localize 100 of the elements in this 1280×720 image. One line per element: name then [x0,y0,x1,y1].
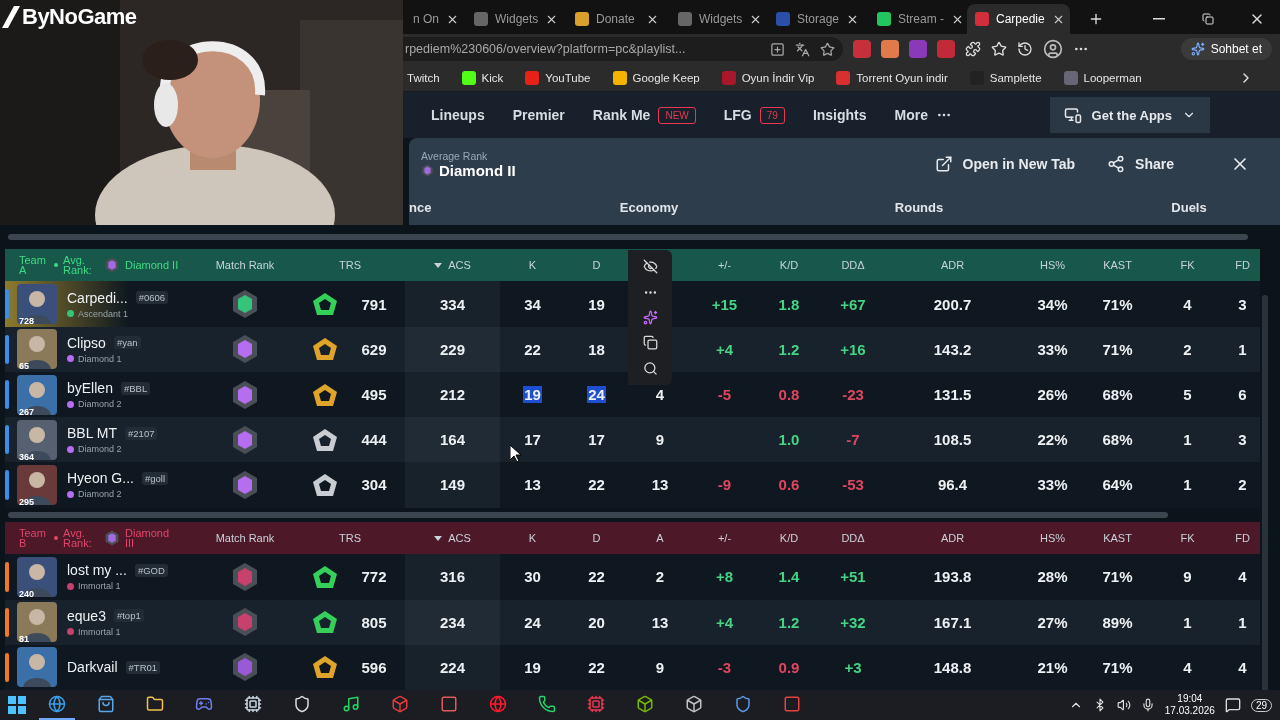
hide-icon[interactable] [642,259,658,275]
column-header[interactable]: Match Rank [195,532,295,545]
nav-link[interactable]: Lineups [431,107,485,123]
mic-icon[interactable] [1140,698,1155,712]
stat-value: +16 [839,340,867,358]
bookmark-link[interactable]: Twitch [407,71,440,84]
volume-icon[interactable] [1116,698,1131,712]
stat-value: +51 [839,568,867,586]
browser-tab[interactable]: Widgets [670,4,765,34]
browser-tab[interactable]: Stream - [869,4,964,34]
browser-tab[interactable]: Donate [567,4,667,34]
browser-tab[interactable]: Widgets [466,4,564,34]
column-header[interactable]: FK [1150,532,1225,545]
history-icon[interactable] [1017,41,1033,57]
column-header[interactable]: D [565,259,628,272]
section-tab[interactable]: nce [409,200,529,215]
column-header[interactable]: K/D [757,532,821,545]
column-header[interactable]: ACS [405,259,500,272]
column-header[interactable]: ADR [885,259,1020,272]
get-apps-button[interactable]: Get the Apps [1049,97,1210,133]
browser-tab[interactable]: n On [405,4,463,34]
stat-value: 17 [523,431,542,449]
column-header[interactable]: +/- [692,532,757,545]
column-header[interactable]: HS% [1020,532,1085,545]
bookmark-link[interactable]: Torrent Oyun indir [836,70,948,85]
nav-link[interactable]: Premier [512,107,565,123]
column-header[interactable]: Match Rank [195,259,295,272]
profile-icon[interactable] [1043,39,1063,59]
nav-link[interactable]: LFG 79 [723,106,785,124]
sort-icon [434,262,443,268]
column-header[interactable]: TRS [295,259,405,272]
search-icon[interactable] [642,360,658,376]
column-header[interactable]: A [628,532,692,545]
column-header[interactable]: K/D [757,259,821,272]
browser-tab[interactable]: Carpedie [967,4,1070,34]
extensions-icon[interactable] [965,41,981,57]
translate-icon[interactable] [795,41,810,57]
column-header[interactable]: K [500,259,565,272]
player-cell[interactable]: Darkvail #TR01 [5,644,195,690]
bookmark-link[interactable]: Kick [461,70,504,85]
column-header[interactable]: TRS [295,532,405,545]
column-header[interactable]: FD [1225,259,1260,272]
stat-value: 19 [587,295,606,313]
app-icon[interactable] [770,41,785,57]
open-new-tab-button[interactable]: Open in New Tab [928,154,1082,174]
clock[interactable]: 19:04 17.03.2026 [1164,693,1215,717]
bookmark-link[interactable]: Samplette [969,70,1042,85]
level-label: 364 [19,451,35,462]
player-cell[interactable]: 267 byEllen #BBL Diamond 2 [5,371,195,418]
stat-value: 495 [360,386,388,403]
column-header[interactable]: K [500,532,565,545]
player-cell[interactable]: 364 BBL MT #2107 Diamond 2 [5,417,195,463]
column-header[interactable]: FK [1150,259,1225,272]
section-tab[interactable]: Duels [1069,200,1280,215]
column-header[interactable]: ACS [405,532,500,545]
player-cell[interactable]: 65 Clipso #yan Diamond 1 [5,326,195,372]
column-header[interactable]: +/- [692,259,757,272]
bookmark-link[interactable]: Oyun İndir Vip [721,70,815,85]
extension-icon[interactable] [881,40,899,58]
nav-link[interactable]: Rank Me NEW [592,106,696,124]
column-header[interactable]: ADR [885,532,1020,545]
copilot-button[interactable]: Sohbet et [1180,38,1272,60]
stat-value: 71% [1101,568,1134,586]
nav-link[interactable]: Insights [812,107,867,123]
stat-value: 0.8 [777,386,801,403]
stat-value: 1 [1237,340,1248,358]
stat-value: 1.2 [777,613,801,631]
section-tab[interactable]: Rounds [769,200,1069,215]
column-header[interactable]: FD [1225,532,1260,545]
column-header[interactable]: DDΔ [821,532,885,545]
bookmark-link[interactable]: Google Keep [612,70,700,85]
bookmark-link[interactable]: YouTube [525,70,591,85]
column-header[interactable]: HS% [1020,259,1085,272]
stat-value: +4 [714,340,735,358]
player-cell[interactable]: 240 lost my ... #GOD Immortal 1 [5,554,195,600]
bookmark-link[interactable]: Looperman [1063,70,1142,85]
player-cell[interactable]: 81 eque3 #top1 Immortal 1 [5,599,195,645]
copy-icon[interactable] [642,335,658,351]
column-header[interactable]: KAST [1085,532,1150,545]
copilot-icon[interactable] [642,309,658,325]
stat-value: 334 [439,295,466,313]
column-header[interactable]: KAST [1085,259,1150,272]
scrollbar[interactable] [8,234,1248,241]
column-header[interactable]: D [565,532,628,545]
browser-tab[interactable]: Storage [768,4,866,34]
scrollbar[interactable] [1262,295,1268,690]
column-header[interactable]: DDΔ [821,259,885,272]
section-tab[interactable]: Economy [529,200,769,215]
scrollbar[interactable] [8,511,1168,518]
player-cell[interactable]: 295 Hyeon G... #goll Diamond 2 [5,462,195,508]
share-button[interactable]: Share [1101,154,1180,174]
address-field[interactable]: rpediem%230606/overview?platform=pc&playlist... [403,37,843,61]
tier-icon [312,610,339,635]
stat-value: 26% [1036,386,1069,403]
start-icon[interactable] [8,696,26,714]
notification-icon[interactable] [1224,697,1241,713]
star-icon[interactable] [820,41,835,57]
rank-icon [230,469,260,500]
favorites-icon[interactable] [991,41,1007,57]
nav-link[interactable]: More [894,107,952,123]
